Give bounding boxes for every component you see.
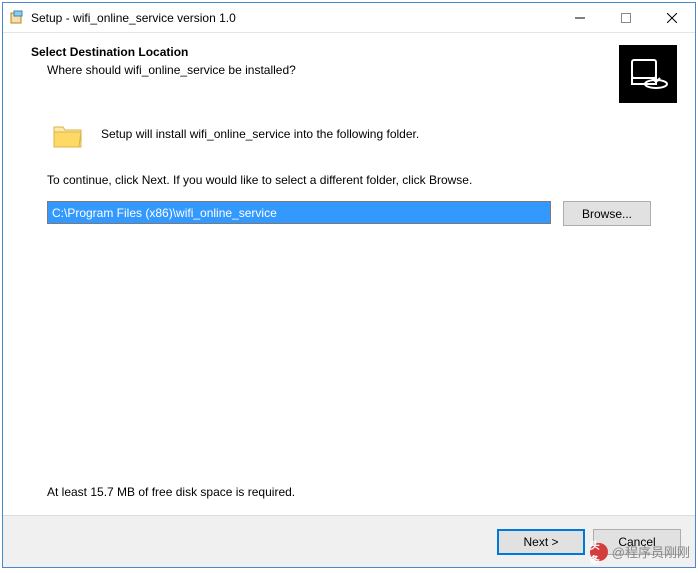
browse-button[interactable]: Browse... xyxy=(563,201,651,226)
page-title: Select Destination Location xyxy=(31,45,619,59)
maximize-button[interactable] xyxy=(603,3,649,33)
close-button[interactable] xyxy=(649,3,695,33)
cancel-button[interactable]: Cancel xyxy=(593,529,681,555)
destination-path-input[interactable] xyxy=(47,201,551,224)
disk-install-icon xyxy=(619,45,677,103)
installer-icon xyxy=(9,10,25,26)
install-text: Setup will install wifi_online_service i… xyxy=(101,123,419,141)
folder-icon xyxy=(53,123,83,149)
next-button[interactable]: Next > xyxy=(497,529,585,555)
titlebar: Setup - wifi_online_service version 1.0 xyxy=(3,3,695,33)
wizard-content: Setup will install wifi_online_service i… xyxy=(3,101,695,515)
continue-text: To continue, click Next. If you would li… xyxy=(47,173,651,187)
disk-space-text: At least 15.7 MB of free disk space is r… xyxy=(47,485,651,499)
setup-window: Setup - wifi_online_service version 1.0 … xyxy=(2,2,696,568)
window-title: Setup - wifi_online_service version 1.0 xyxy=(31,11,557,25)
minimize-button[interactable] xyxy=(557,3,603,33)
wizard-footer: Next > Cancel xyxy=(3,515,695,567)
wizard-header: Select Destination Location Where should… xyxy=(3,33,695,101)
page-subtitle: Where should wifi_online_service be inst… xyxy=(47,63,619,77)
window-controls xyxy=(557,3,695,32)
